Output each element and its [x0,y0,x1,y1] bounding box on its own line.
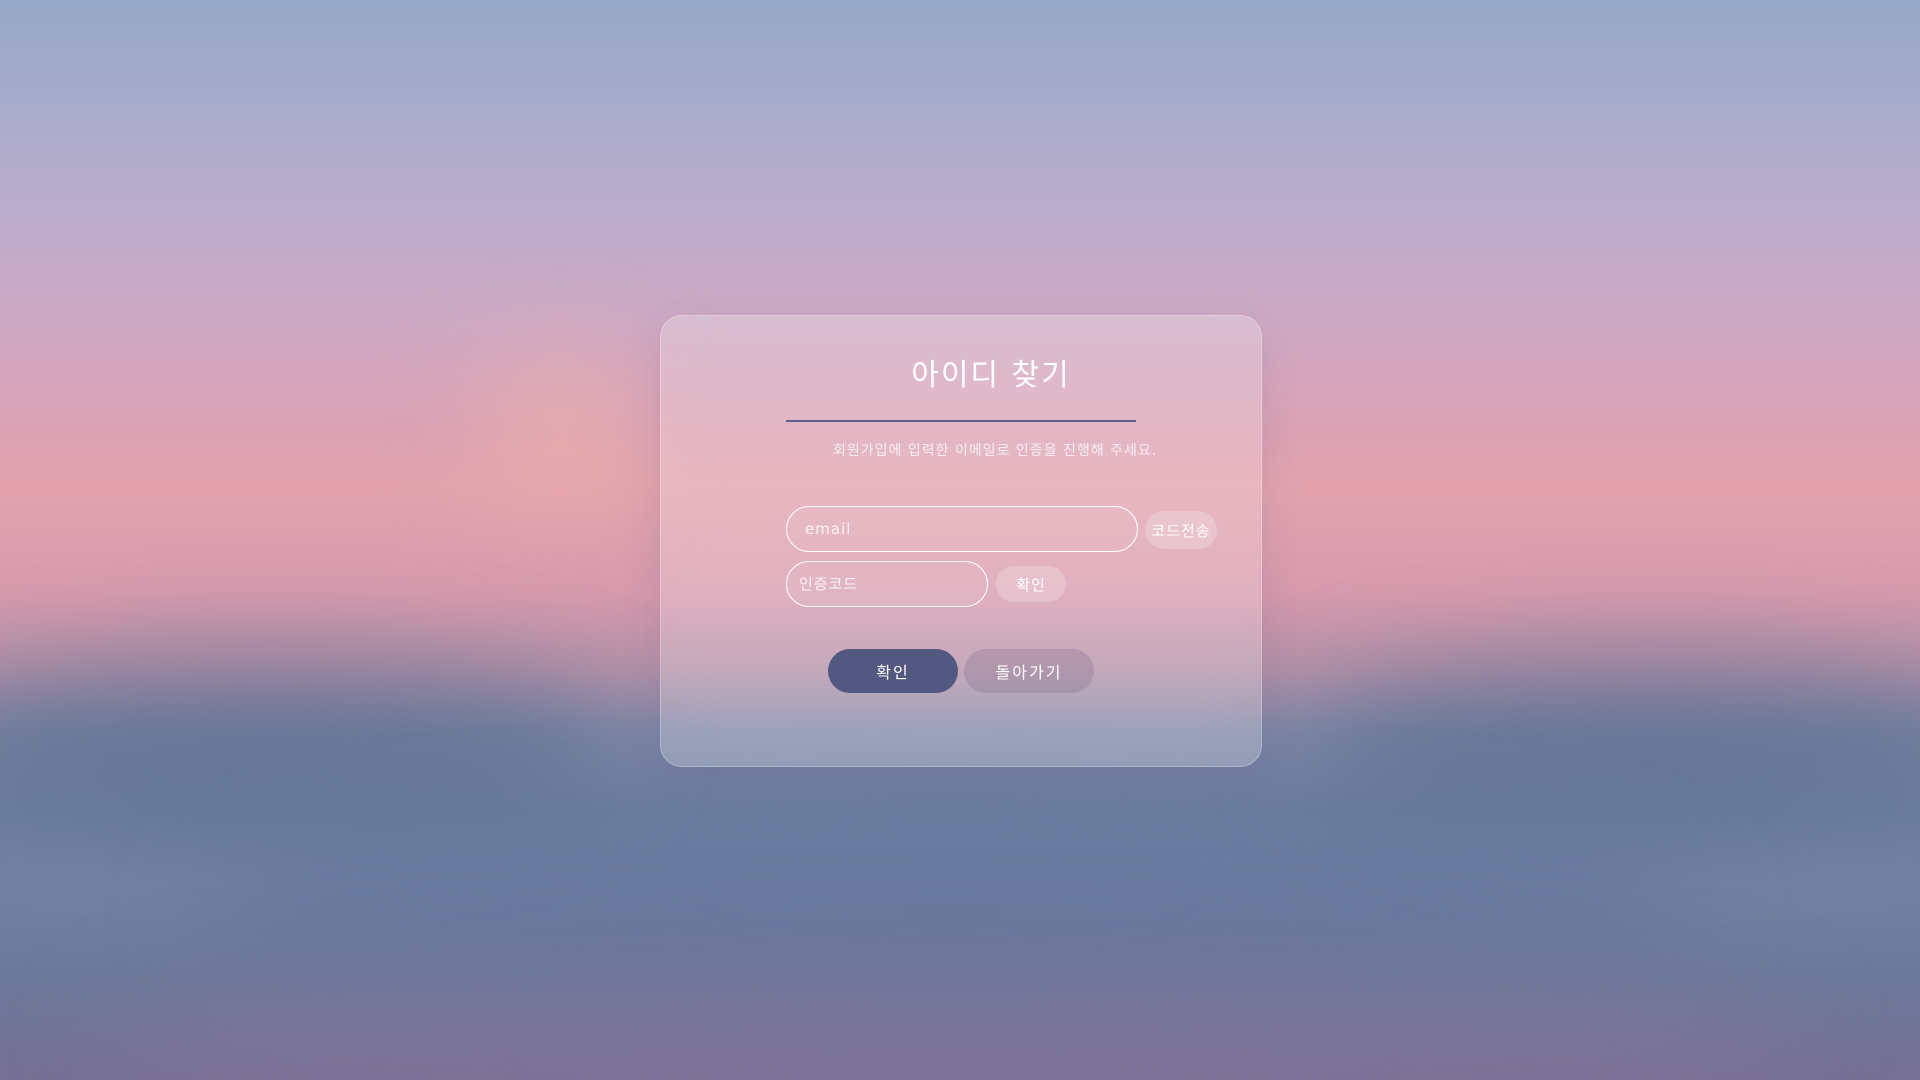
wave-right [1300,660,1920,820]
verify-code-button[interactable]: 확인 [996,566,1066,602]
verification-code-input[interactable] [786,561,988,607]
find-id-card: 아이디 찾기 회원가입에 입력한 이메일로 인증을 진행해 주세요. 코드전송 … [660,315,1262,767]
email-input[interactable] [786,506,1138,552]
back-button[interactable]: 돌아가기 [964,649,1094,693]
title-underline [786,420,1136,422]
shore-glow [100,960,1800,1080]
confirm-button[interactable]: 확인 [828,649,958,693]
description-text: 회원가입에 입력한 이메일로 인증을 진행해 주세요. [833,443,1158,459]
send-code-button[interactable]: 코드전송 [1145,511,1217,549]
wave-left [0,660,620,820]
page-title: 아이디 찾기 [911,358,1071,393]
sun-glow [480,360,640,500]
